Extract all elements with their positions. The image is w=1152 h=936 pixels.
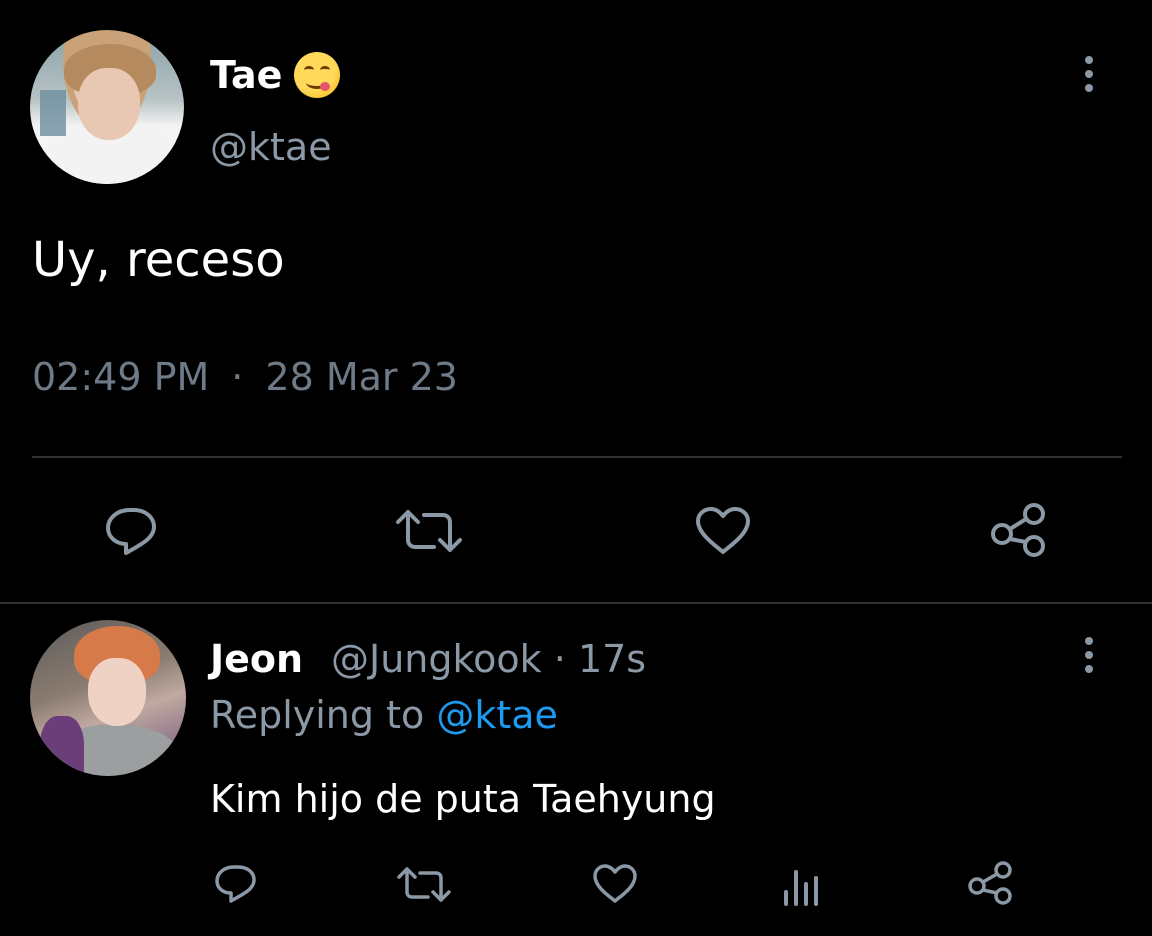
- reply-icon[interactable]: [214, 864, 258, 904]
- author-handle[interactable]: @ktae: [210, 124, 332, 170]
- reply-icon[interactable]: [104, 506, 160, 556]
- replying-to: Replying to @ktae: [210, 692, 558, 738]
- avatar-face: [88, 658, 146, 726]
- avatar-jacket: [40, 716, 84, 776]
- emoji-eye: [320, 66, 330, 74]
- yum-emoji-icon: [294, 52, 340, 98]
- tweet-meta: 02:49 PM · 28 Mar 23: [32, 354, 458, 400]
- divider: [32, 456, 1122, 458]
- like-icon[interactable]: [592, 864, 638, 904]
- divider: [0, 602, 1152, 604]
- more-icon[interactable]: [1085, 637, 1093, 677]
- avatar[interactable]: [30, 620, 186, 776]
- mention-link[interactable]: @ktae: [436, 693, 558, 737]
- tweet-text: Kim hijo de puta Taehyung: [210, 777, 716, 821]
- author-handle[interactable]: @Jungkook: [331, 637, 542, 681]
- reply-meta: @Jungkook · 17s: [331, 636, 646, 682]
- tweet-time[interactable]: 02:49 PM: [32, 355, 209, 399]
- tweet-time-ago[interactable]: 17s: [578, 637, 646, 681]
- avatar[interactable]: [30, 30, 184, 184]
- like-icon[interactable]: [694, 506, 752, 556]
- retweet-icon[interactable]: [394, 508, 464, 554]
- emoji-tongue: [320, 82, 330, 91]
- tweet-text: Uy, receso: [32, 232, 285, 288]
- retweet-icon[interactable]: [396, 866, 452, 904]
- replying-prefix: Replying to: [210, 693, 425, 737]
- author-name[interactable]: Jeon: [210, 636, 303, 682]
- avatar-background: [40, 90, 66, 136]
- more-icon[interactable]: [1085, 56, 1093, 96]
- author-name[interactable]: Tae: [210, 52, 282, 98]
- emoji-eye: [304, 66, 314, 74]
- tweet-date[interactable]: 28 Mar 23: [265, 355, 458, 399]
- share-icon[interactable]: [966, 860, 1014, 906]
- avatar-face: [78, 68, 140, 140]
- meta-separator: ·: [553, 637, 566, 681]
- views-icon[interactable]: [780, 864, 824, 908]
- share-icon[interactable]: [988, 502, 1048, 558]
- meta-separator: ·: [231, 355, 244, 399]
